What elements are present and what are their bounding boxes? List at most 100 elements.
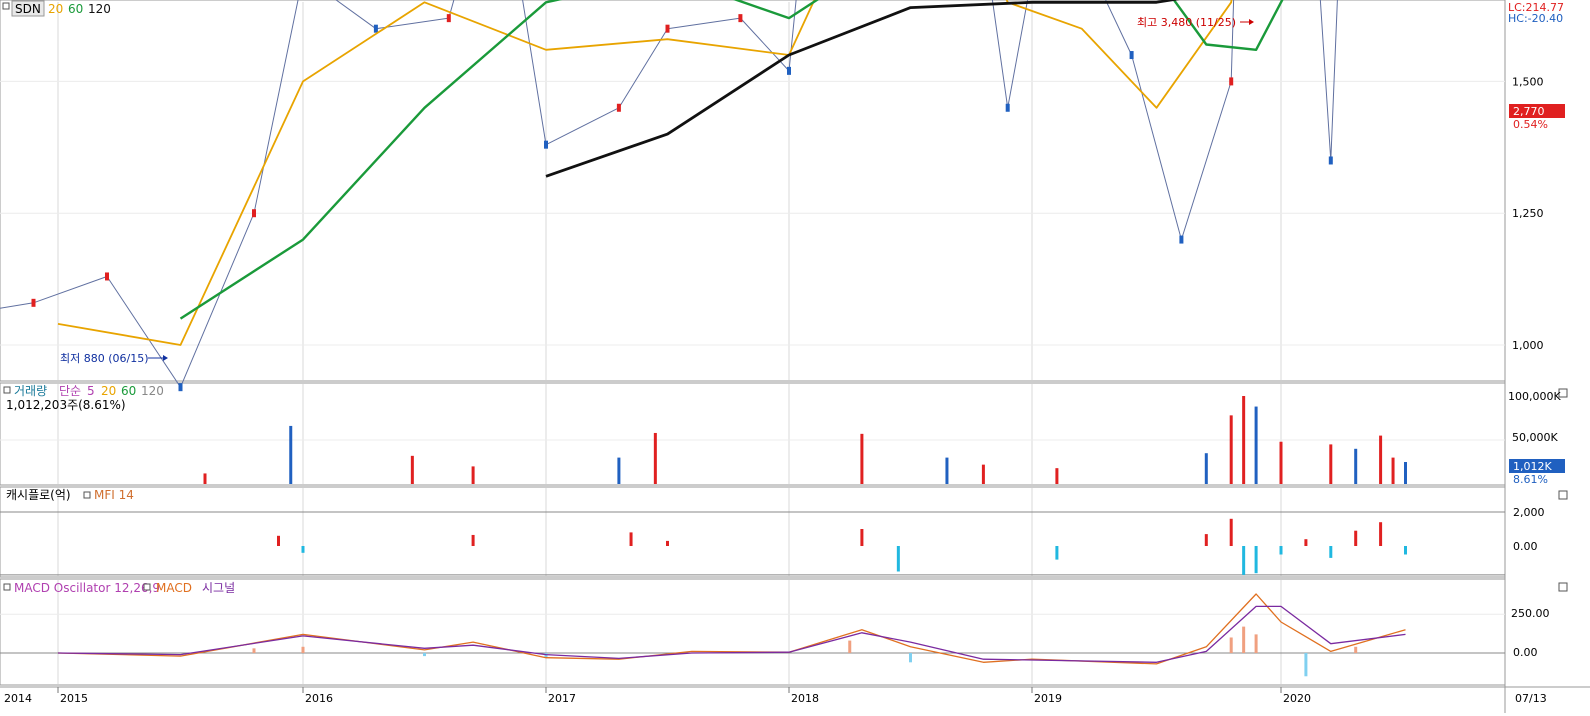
volume-bar xyxy=(1229,415,1233,484)
x-axis-label: 2018 xyxy=(791,692,819,705)
volume-ma-type: 단순 xyxy=(59,384,81,398)
current-change: 0.54% xyxy=(1513,118,1548,131)
volume-bar xyxy=(617,457,621,484)
macd-oscillator-bar xyxy=(909,653,912,663)
cashflow-bar xyxy=(1279,546,1283,555)
macd-tick-250: 250.00 xyxy=(1511,607,1550,620)
cashflow-bar xyxy=(1055,546,1059,560)
volume-ma-60[interactable]: 60 xyxy=(121,384,136,398)
cashflow-bar xyxy=(471,534,475,546)
cashflow-bar xyxy=(1304,539,1308,546)
x-axis-label: 2014 xyxy=(4,692,32,705)
price-point xyxy=(1005,103,1010,112)
macd-panel-close-icon[interactable] xyxy=(1558,582,1568,592)
volume-bar xyxy=(1204,453,1208,484)
volume-panel-menu-icon[interactable] xyxy=(3,386,11,394)
series-tag: SDN xyxy=(15,2,41,16)
volume-bar xyxy=(1254,406,1258,484)
macd-oscillator-bar xyxy=(423,653,426,657)
volume-bar xyxy=(410,455,414,484)
price-point xyxy=(31,298,36,307)
price-point xyxy=(252,209,256,218)
price-tick-label: 1,500 xyxy=(1512,75,1544,88)
volume-bar xyxy=(1055,468,1059,484)
ma-label-60[interactable]: 60 xyxy=(68,2,83,16)
low-annotation: 최저 880 (06/15) xyxy=(60,352,149,365)
price-point xyxy=(544,140,548,149)
price-point xyxy=(1179,235,1184,244)
macd-line-menu-icon[interactable] xyxy=(143,583,151,591)
volume-bar xyxy=(203,473,207,484)
macd-title: MACD Oscillator 12,26,9 xyxy=(14,581,160,595)
cash-indicator: MFI 14 xyxy=(94,488,134,502)
cash-title: 캐시플로(억) xyxy=(6,488,71,502)
x-axis-label: 2019 xyxy=(1034,692,1062,705)
volume-title: 거래량 xyxy=(14,384,47,398)
x-axis-label: 2017 xyxy=(548,692,576,705)
volume-bar xyxy=(471,466,475,484)
macd-oscillator-bar xyxy=(1254,634,1258,653)
volume-bar xyxy=(653,432,657,484)
high-annotation: 최고 3,480 (11/25) xyxy=(1137,16,1236,29)
macd-label: MACD xyxy=(156,581,192,595)
volume-bar xyxy=(1391,457,1395,484)
panel-menu-icon[interactable] xyxy=(2,2,10,10)
volume-ma-120[interactable]: 120 xyxy=(141,384,164,398)
stock-chart-window: SDN 20 60 120 3,2503,0002,7502,5002,2502… xyxy=(0,0,1590,713)
price-point xyxy=(178,383,183,392)
cashflow-bar xyxy=(1329,546,1333,558)
x-axis-label: 2016 xyxy=(305,692,333,705)
cashflow-bar xyxy=(277,535,280,546)
current-volume: 1,012K xyxy=(1513,460,1552,473)
cashflow-bar xyxy=(1404,546,1407,555)
cashflow-bar xyxy=(1204,534,1208,546)
volume-bar xyxy=(1329,444,1333,484)
macd-panel-menu-icon[interactable] xyxy=(3,583,11,591)
price-tick-label: 1,000 xyxy=(1512,339,1544,352)
macd-oscillator-bar xyxy=(1304,653,1308,677)
cashflow-bar xyxy=(1354,530,1358,546)
price-point xyxy=(1328,156,1333,165)
cash-tick-2000: 2,000 xyxy=(1513,506,1545,519)
price-point xyxy=(787,66,791,75)
cash-panel-frame xyxy=(0,486,1506,578)
volume-value-text: 1,012,203주(8.61%) xyxy=(6,398,126,412)
volume-bar xyxy=(1379,435,1383,484)
macd-oscillator-bar xyxy=(301,646,305,653)
price-point xyxy=(1129,51,1134,60)
current-volume-pct: 8.61% xyxy=(1513,473,1548,486)
volume-ma-5[interactable]: 5 xyxy=(87,384,95,398)
x-axis-end-label: 07/13 xyxy=(1515,692,1547,705)
volume-bar xyxy=(1242,396,1246,484)
volume-bar xyxy=(1404,462,1407,484)
volume-bar xyxy=(289,425,293,484)
price-point xyxy=(1229,77,1234,86)
cash-panel-close-icon[interactable] xyxy=(1558,490,1568,500)
macd-oscillator-bar xyxy=(1242,626,1246,653)
cashflow-bar xyxy=(1254,546,1258,574)
price-point xyxy=(738,14,743,23)
price-tick-label: 1,250 xyxy=(1512,207,1544,220)
volume-bar xyxy=(945,457,949,484)
macd-oscillator-bar xyxy=(252,648,256,653)
volume-tick-50000k: 50,000K xyxy=(1512,431,1558,444)
cashflow-bar xyxy=(629,532,633,546)
cashflow-bar xyxy=(896,546,900,572)
cash-indicator-menu-icon[interactable] xyxy=(83,491,91,499)
stock-chart-canvas[interactable]: SDN 20 60 120 3,2503,0002,7502,5002,2502… xyxy=(0,0,1590,713)
ma-label-20[interactable]: 20 xyxy=(48,2,63,16)
price-point xyxy=(446,14,451,23)
x-axis-label: 2015 xyxy=(60,692,88,705)
volume-panel-frame xyxy=(0,382,1506,486)
cash-tick-0: 0.00 xyxy=(1513,540,1538,553)
volume-bar xyxy=(1279,441,1283,484)
volume-tick-100000k: 100,000K xyxy=(1508,390,1561,403)
cashflow-bar xyxy=(860,529,864,546)
x-axis: 2014 2015 2016 2017 2018 2019 2020 xyxy=(4,687,1311,705)
cashflow-bar xyxy=(666,540,669,546)
volume-ma-20[interactable]: 20 xyxy=(101,384,116,398)
current-price: 2,770 xyxy=(1513,105,1545,118)
ma-label-120[interactable]: 120 xyxy=(88,2,111,16)
price-point xyxy=(616,103,621,112)
cashflow-bar xyxy=(301,546,305,553)
